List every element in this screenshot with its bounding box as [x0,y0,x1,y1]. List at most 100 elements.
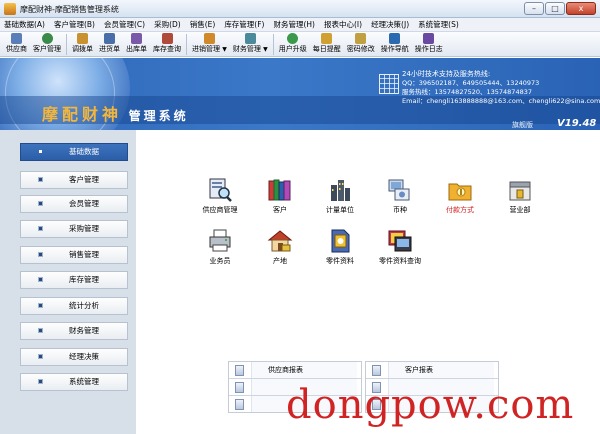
module-supplier[interactable]: 供应商管理 [190,177,250,215]
report-row[interactable]: 客户报表 [366,362,498,379]
bullet-icon [39,253,42,256]
module-unit[interactable]: 计量单位 [310,177,370,215]
outbound-icon [131,33,142,44]
log-icon [423,33,435,44]
toolbar-stock-query-button[interactable]: 库存查询 [150,32,184,57]
supplier-search-icon [207,177,233,203]
purchase-icon [104,33,115,44]
toolbar-log-button[interactable]: 操作日志 [412,32,446,57]
edition-label: 旗舰版 [512,121,533,129]
parts-doc-icon [327,228,353,254]
module-currency[interactable]: 币种 [370,177,430,215]
menu-customer[interactable]: 客户管理(B) [54,18,95,31]
upgrade-icon [287,33,299,44]
module-parts[interactable]: 零件资料 [310,228,370,266]
sidebar-item-statistics[interactable]: 统计分析 [20,297,128,315]
toolbar-separator [272,34,274,55]
toolbar-navigation-button[interactable]: 操作导航 [378,32,412,57]
menu-finance[interactable]: 财务管理(H) [273,18,315,31]
chevron-down-icon: ▼ [263,46,268,53]
toolbar-upgrade-button[interactable]: 用户升级 [276,32,310,57]
origin-house-icon [267,228,293,254]
supplier-icon [11,33,22,44]
report-icon [235,382,244,393]
sidebar-item-system[interactable]: 系统管理 [20,373,128,391]
maximize-button[interactable]: □ [545,2,565,15]
toolbar: 供应商 客户管理 调拨单 进货单 出库单 库存查询 进销管理 ▼ 财务管理 ▼ … [0,32,600,57]
toolbar-purchase-button[interactable]: 进货单 [96,32,123,57]
menu-reports[interactable]: 报表中心(I) [324,18,362,31]
bullet-icon [39,380,42,383]
sidebar-item-purchase[interactable]: 采购管理 [20,220,128,238]
finance-icon [244,33,256,44]
navigation-icon [389,33,401,44]
sidebar-item-finance[interactable]: 财务管理 [20,322,128,340]
sidebar-item-inventory[interactable]: 库存管理 [20,271,128,289]
support-info: 24小时技术支持及服务热线: QQ：396502187、649505444、13… [402,70,600,106]
header-banner: 摩配财神 管理系统 24小时技术支持及服务热线: QQ：396502187、64… [0,58,600,130]
sales-mgmt-label: 进销管理 [192,45,220,53]
window-controls: – □ x [524,2,596,15]
window-title: 摩配财神-摩配销售管理系统 [20,5,119,14]
toolbar-finance-dropdown[interactable]: 财务管理 ▼ [230,32,271,57]
payment-folder-icon [447,177,473,203]
minimize-button[interactable]: – [524,2,544,15]
password-icon [355,33,367,44]
menu-member[interactable]: 会员管理(C) [104,18,145,31]
module-origin[interactable]: 产地 [250,228,310,266]
watermark: dongpow.com [286,382,575,428]
cube-icon [379,74,399,94]
currency-icon [387,177,413,203]
module-customer[interactable]: 客户 [250,177,310,215]
bullet-icon [39,202,42,205]
finance-label: 财务管理 [232,45,261,53]
menu-bar: 基础数据(A) 客户管理(B) 会员管理(C) 采购(D) 销售(E) 库存管理… [0,18,600,32]
customer-books-icon [267,177,293,203]
menu-manager[interactable]: 经理决策(J) [371,18,409,31]
menu-basic-data[interactable]: 基础数据(A) [4,18,45,31]
module-parts-query[interactable]: 零件资料查询 [370,228,430,266]
version-label: V19.48 [557,118,597,129]
support-heading: 24小时技术支持及服务热线: [402,70,491,78]
chevron-down-icon: ▼ [222,46,227,53]
support-hotline: 服务热线：13574827520、13574874837 [402,88,532,96]
support-email: Email：chengli163888888@163.com、chengli62… [402,97,600,105]
report-row[interactable]: 供应商报表 [229,362,361,379]
toolbar-customer-button[interactable]: 客户管理 [30,32,64,57]
brand-main: 摩配财神 [42,105,123,124]
toolbar-sales-mgmt-dropdown[interactable]: 进销管理 ▼ [189,32,230,57]
module-salesman[interactable]: 业务员 [190,228,250,266]
toolbar-password-button[interactable]: 密码修改 [344,32,378,57]
brand-sub: 管理系统 [128,109,189,123]
sidebar: 基础数据 客户管理 会员管理 采购管理 销售管理 库存管理 统计分析 财务管理 … [0,130,136,434]
menu-inventory[interactable]: 库存管理(F) [224,18,264,31]
toolbar-supplier-button[interactable]: 供应商 [3,32,30,57]
report-icon [372,365,381,376]
close-button[interactable]: x [566,2,596,15]
customer-icon [41,33,53,44]
bullet-icon [39,227,42,230]
sidebar-item-basic-data[interactable]: 基础数据 [20,143,128,161]
module-payment[interactable]: 付款方式 [430,177,490,215]
title-bar: 摩配财神-摩配销售管理系统 – □ x [0,0,600,18]
toolbar-separator [186,34,187,55]
sidebar-item-sales[interactable]: 销售管理 [20,246,128,264]
sidebar-item-manager[interactable]: 经理决策 [20,348,128,366]
sidebar-item-customer[interactable]: 客户管理 [20,171,128,189]
sidebar-item-member[interactable]: 会员管理 [20,195,128,213]
bullet-icon [39,178,42,181]
toolbar-outbound-button[interactable]: 出库单 [123,32,150,57]
support-qq: QQ：396502187、649505444、13240973 [402,79,540,87]
bullet-icon [39,329,42,332]
toolbar-transfer-button[interactable]: 调拨单 [69,32,96,57]
unit-building-icon [327,177,353,203]
menu-system[interactable]: 系统管理(S) [418,18,459,31]
menu-purchase[interactable]: 采购(D) [154,18,181,31]
brand-logo: 摩配财神 管理系统 [42,101,189,125]
menu-sales[interactable]: 销售(E) [190,18,216,31]
toolbar-reminder-button[interactable]: 每日提醒 [310,32,344,57]
salesman-printer-icon [207,228,233,254]
bullet-icon [39,304,42,307]
bullet-icon [39,150,42,153]
module-branch[interactable]: 营业部 [490,177,550,215]
